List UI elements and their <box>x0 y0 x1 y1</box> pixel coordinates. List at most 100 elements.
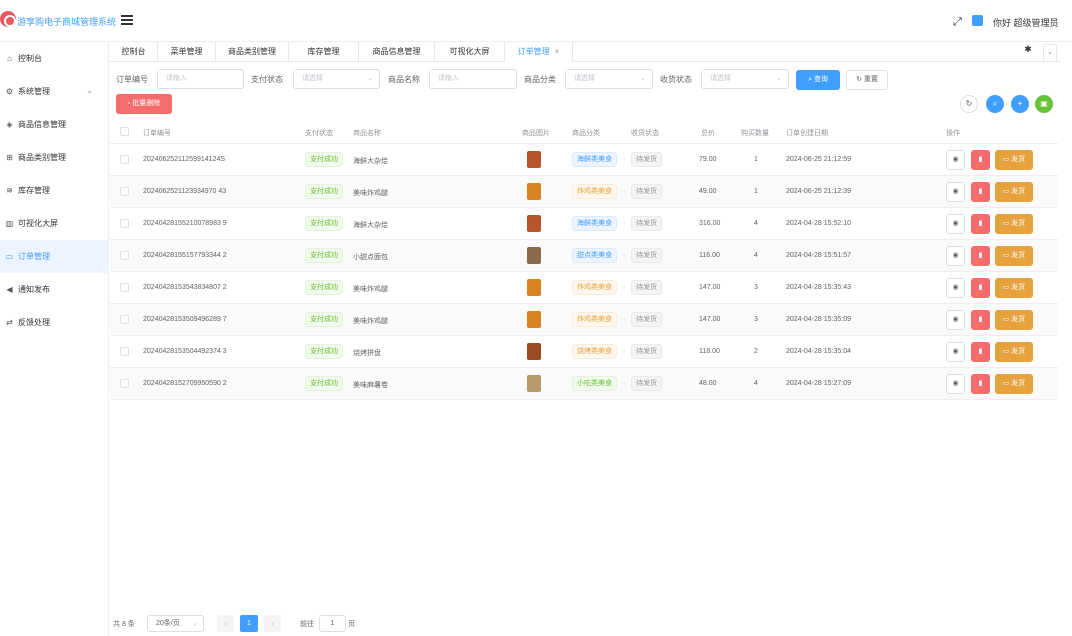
product-image[interactable] <box>527 279 541 296</box>
card-icon: ▭ <box>5 252 14 261</box>
product-image[interactable] <box>527 151 541 168</box>
sidebar-item-inventory[interactable]: ≋ 库存管理 <box>0 174 109 207</box>
receive-status-select[interactable]: 请选择 ⌄ <box>701 69 789 89</box>
pay-status-select[interactable]: 请选择 ⌄ <box>293 69 380 89</box>
prev-page-button[interactable]: ‹ <box>217 615 234 632</box>
ship-button[interactable]: ▭ 发货 <box>995 214 1033 234</box>
table-row: 20240428153509496289 7 支付成功 美味炸鸡腿 炸鸡类美食 ·· 待发… <box>110 304 1058 336</box>
tab-dashboard[interactable]: 控制台 <box>110 42 158 62</box>
row-checkbox[interactable] <box>120 347 129 356</box>
view-button[interactable]: ◉ <box>946 374 965 394</box>
sidebar-item-dashboard-screen[interactable]: ▥ 可视化大屏 <box>0 207 109 240</box>
add-icon[interactable]: + <box>1011 95 1029 113</box>
tabs-bar: 控制台 菜单管理 商品类别管理 库存管理 商品信息管理 可视化大屏 订单管理 × <box>110 42 1060 62</box>
sidebar-item-notices[interactable]: ◀ 通知发布 <box>0 273 109 306</box>
ship-button[interactable]: ▭ 发货 <box>995 182 1033 202</box>
eye-icon: ◉ <box>952 316 959 323</box>
order-no-input[interactable]: 请输入 <box>157 69 244 89</box>
product-image[interactable] <box>527 215 541 232</box>
row-checkbox[interactable] <box>120 219 129 228</box>
product-image[interactable] <box>527 247 541 264</box>
row-checkbox[interactable] <box>120 187 129 196</box>
tab-product-info[interactable]: 商品信息管理 <box>359 42 435 62</box>
view-button[interactable]: ◉ <box>946 246 965 266</box>
tab-orders[interactable]: 订单管理 × <box>505 42 573 62</box>
delete-button[interactable]: ▮ <box>971 246 990 266</box>
delete-button[interactable]: ▮ <box>971 214 990 234</box>
delete-button[interactable]: ▮ <box>971 150 990 170</box>
eye-icon: ◉ <box>952 284 959 291</box>
batch-delete-button[interactable]: ▫ 批量删除 <box>116 94 172 114</box>
refresh-icon[interactable]: ↻ <box>960 95 978 113</box>
delete-button[interactable]: ▮ <box>971 374 990 394</box>
row-checkbox[interactable] <box>120 379 129 388</box>
fullscreen-icon[interactable]: ⤢ <box>953 16 962 29</box>
chevron-down-icon[interactable]: ⌄ <box>1043 44 1057 62</box>
row-checkbox[interactable] <box>120 283 129 292</box>
page-number[interactable]: 1 <box>240 615 258 632</box>
quantity-cell: 4 <box>754 380 758 387</box>
sidebar-item-label: 反馈处理 <box>18 318 50 327</box>
view-button[interactable]: ◉ <box>946 214 965 234</box>
table-row: 20240428153543834807 2 支付成功 美味炸鸡腿 炸鸡类美食 ·· 待发… <box>110 272 1058 304</box>
close-icon[interactable]: × <box>555 47 560 56</box>
view-button[interactable]: ◉ <box>946 278 965 298</box>
product-name-input[interactable]: 请输入 <box>429 69 517 89</box>
delete-button[interactable]: ▮ <box>971 182 990 202</box>
reset-button[interactable]: ↻ 重置 <box>846 70 888 90</box>
search-button[interactable]: ⌕ 查询 <box>796 70 840 90</box>
user-greeting[interactable]: 你好 超级管理员 <box>993 16 1059 29</box>
sidebar-item-system[interactable]: ⚙ 系统管理 ⌄ <box>0 75 109 108</box>
column-header: 操作 <box>946 130 960 137</box>
view-button[interactable]: ◉ <box>946 182 965 202</box>
eye-icon: ◉ <box>952 252 959 259</box>
folder-icon: ▭ <box>1002 348 1012 355</box>
tab-menu[interactable]: 菜单管理 <box>158 42 216 62</box>
ship-button[interactable]: ▭ 发货 <box>995 246 1033 266</box>
receive-status-badge: 待发货 <box>631 184 662 199</box>
select-all-checkbox[interactable] <box>120 127 129 136</box>
settings-icon[interactable]: ✱ <box>1018 44 1038 62</box>
tab-dashboard-screen[interactable]: 可视化大屏 <box>435 42 505 62</box>
row-checkbox[interactable] <box>120 251 129 260</box>
ship-button-label: 发货 <box>1011 316 1026 323</box>
ship-button[interactable]: ▭ 发货 <box>995 374 1033 394</box>
category-select[interactable]: 请选择 ⌄ <box>565 69 653 89</box>
ship-button[interactable]: ▭ 发货 <box>995 278 1033 298</box>
export-icon[interactable]: ▣ <box>1035 95 1053 113</box>
delete-button[interactable]: ▮ <box>971 310 990 330</box>
view-button[interactable]: ◉ <box>946 342 965 362</box>
ship-button[interactable]: ▭ 发货 <box>995 310 1033 330</box>
sidebar-item-dashboard[interactable]: ⌂ 控制台 <box>0 42 109 75</box>
sidebar-item-label: 控制台 <box>18 54 42 63</box>
menu-toggle-icon[interactable] <box>121 15 133 25</box>
total-price-cell: 118.00 <box>699 348 720 355</box>
filter-pay-status-label: 支付状态 <box>251 75 283 84</box>
product-image[interactable] <box>527 311 541 328</box>
product-image[interactable] <box>527 183 541 200</box>
delete-button[interactable]: ▮ <box>971 278 990 298</box>
view-button[interactable]: ◉ <box>946 150 965 170</box>
ship-button[interactable]: ▭ 发货 <box>995 342 1033 362</box>
sidebar-item-orders[interactable]: ▭ 订单管理 <box>0 240 109 273</box>
trash-icon: ▮ <box>978 156 983 163</box>
category-badge: 海鲜类美食 <box>572 216 617 231</box>
ship-button[interactable]: ▭ 发货 <box>995 150 1033 170</box>
next-page-button[interactable]: › <box>264 615 281 632</box>
product-image[interactable] <box>527 343 541 360</box>
sidebar-item-product-category[interactable]: ⊞ 商品类别管理 <box>0 141 109 174</box>
sidebar-item-product-info[interactable]: ◈ 商品信息管理 <box>0 108 109 141</box>
product-image[interactable] <box>527 375 541 392</box>
goto-page-input[interactable]: 1 <box>319 615 346 632</box>
search-icon[interactable]: ⌕ <box>986 95 1004 113</box>
sidebar-item-feedback[interactable]: ⇄ 反馈处理 <box>0 306 109 339</box>
row-checkbox[interactable] <box>120 315 129 324</box>
avatar[interactable] <box>972 15 983 26</box>
view-button[interactable]: ◉ <box>946 310 965 330</box>
column-header: 订单创建日期 <box>786 130 828 137</box>
tab-product-category[interactable]: 商品类别管理 <box>216 42 289 62</box>
row-checkbox[interactable] <box>120 155 129 164</box>
tab-inventory[interactable]: 库存管理 <box>289 42 359 62</box>
delete-button[interactable]: ▮ <box>971 342 990 362</box>
page-size-select[interactable]: 20条/页 ⌄ <box>147 615 204 632</box>
